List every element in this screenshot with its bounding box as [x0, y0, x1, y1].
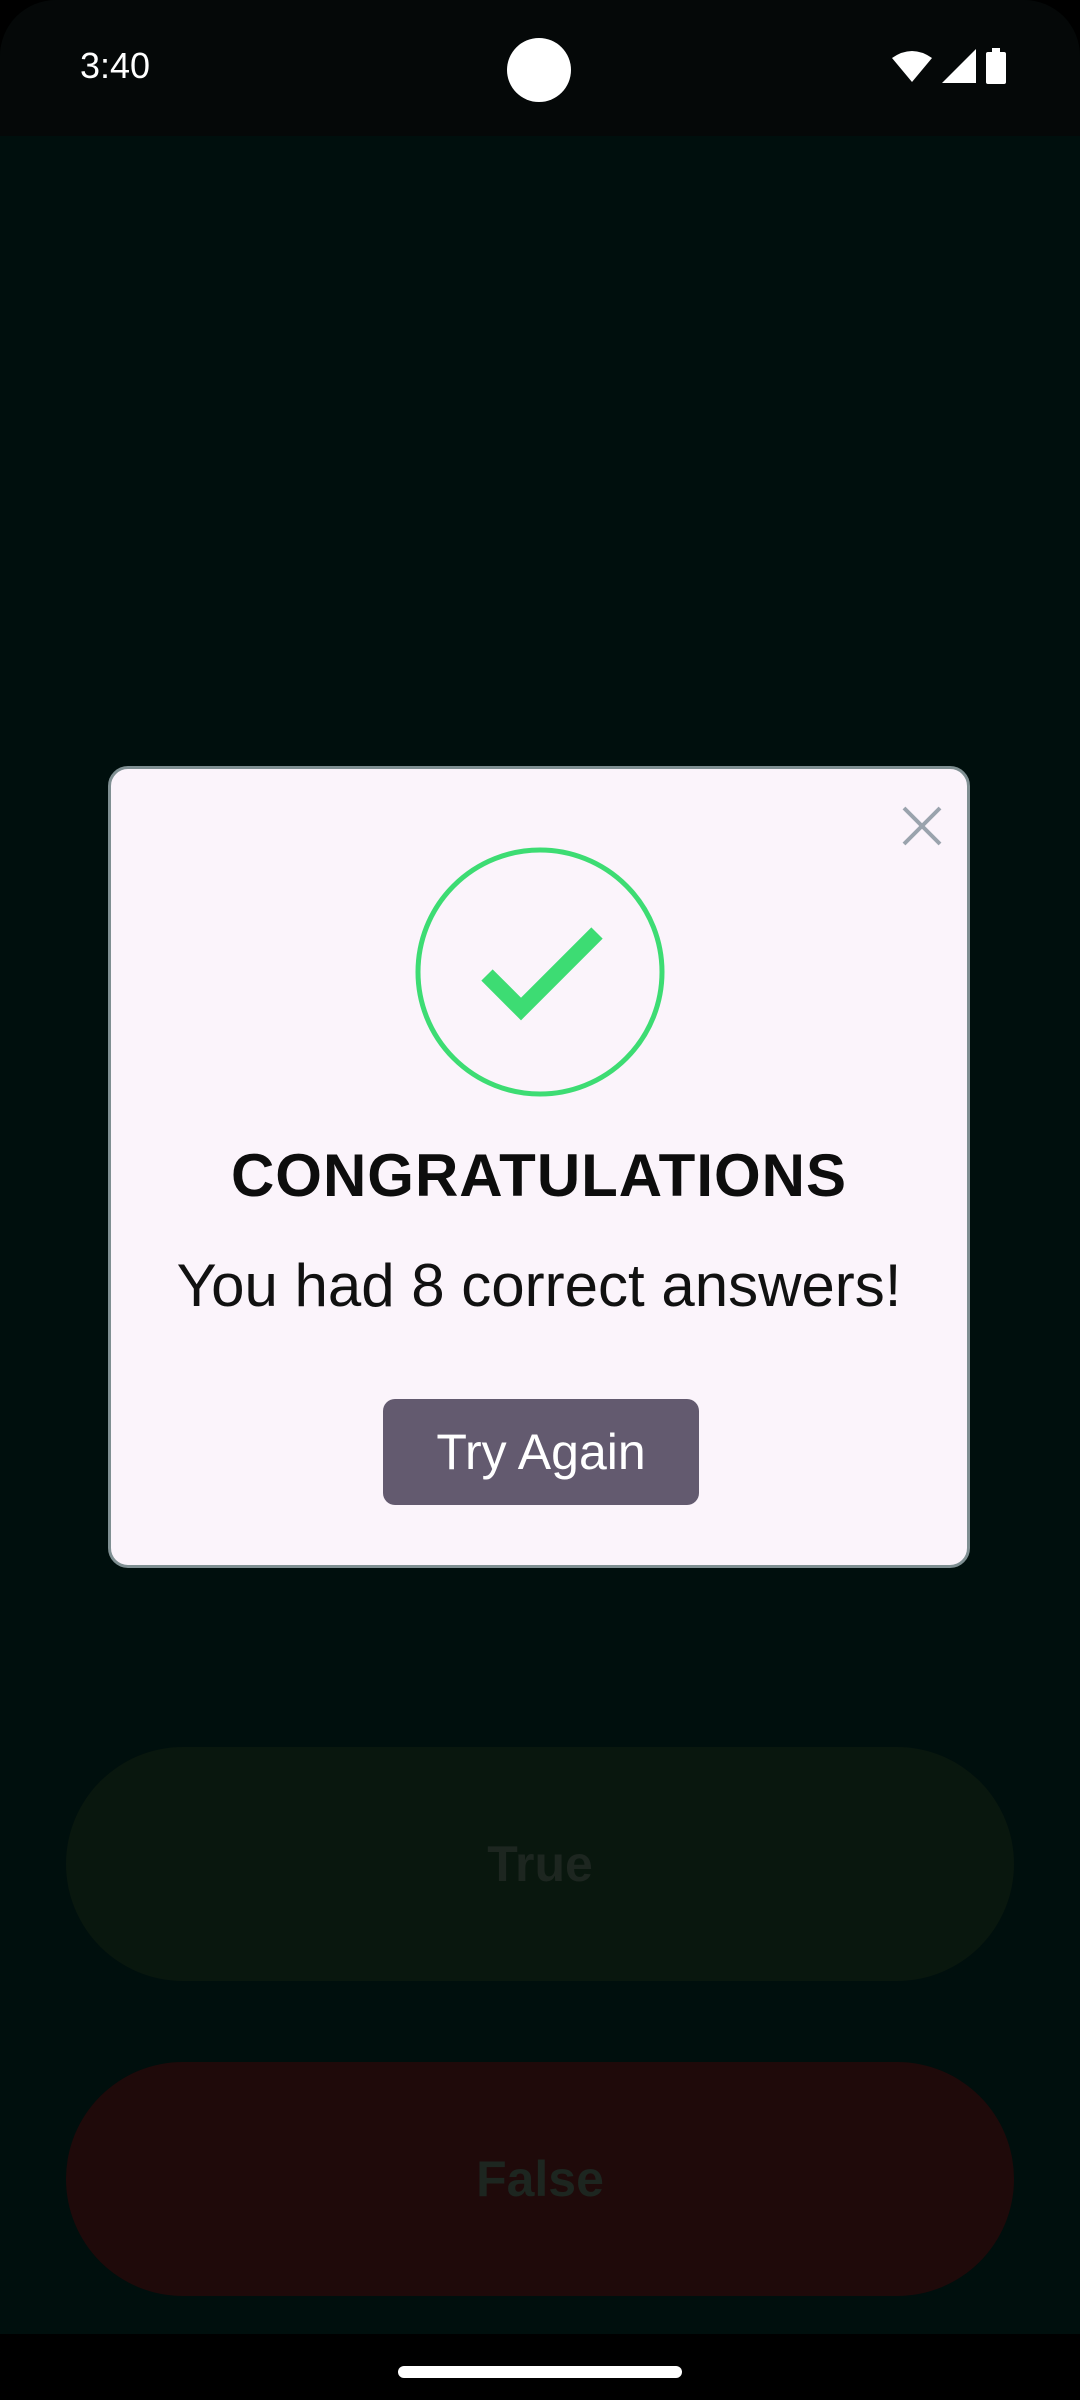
- true-button-label: True: [487, 1836, 593, 1892]
- cellular-signal-icon: [942, 48, 976, 88]
- camera-cutout: [507, 38, 571, 102]
- check-circle-icon: [415, 847, 665, 1097]
- try-again-button[interactable]: Try Again: [383, 1399, 699, 1505]
- false-button[interactable]: False: [66, 2062, 1014, 2296]
- false-button-label: False: [476, 2151, 604, 2207]
- status-icons: [892, 47, 1006, 89]
- dialog-title: CONGRATULATIONS: [230, 1142, 848, 1209]
- home-indicator[interactable]: [398, 2366, 682, 2378]
- wifi-icon: [892, 50, 932, 87]
- close-icon: [901, 805, 943, 852]
- dialog-message: You had 8 correct answers!: [176, 1252, 902, 1319]
- status-time: 3:40: [80, 45, 151, 86]
- result-dialog: CONGRATULATIONS You had 8 correct answer…: [108, 766, 970, 1568]
- try-again-label: Try Again: [436, 1424, 646, 1480]
- phone-screen: 3:40 S: [0, 0, 1080, 2400]
- true-button[interactable]: True: [66, 1747, 1014, 1981]
- status-bar: 3:40: [0, 0, 1080, 136]
- close-button[interactable]: [891, 797, 953, 859]
- battery-icon: [986, 47, 1006, 89]
